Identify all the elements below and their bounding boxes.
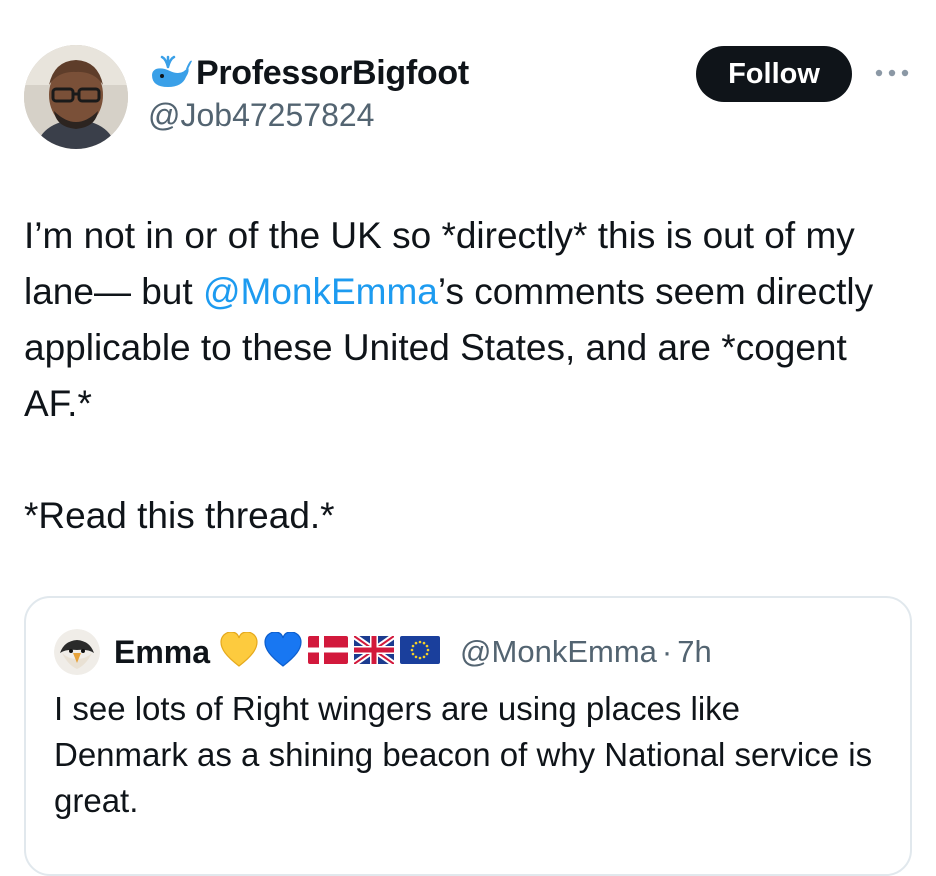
quoted-tweet-card[interactable]: Emma @MonkEmma · 7h I see lots of Right … <box>24 596 912 876</box>
denmark-flag-icon <box>308 635 349 669</box>
author-handle[interactable]: @Job47257824 <box>148 97 374 134</box>
yellow-heart-icon <box>220 630 258 673</box>
more-horizontal-icon[interactable] <box>874 64 910 82</box>
mention-link[interactable]: @MonkEmma <box>203 271 438 312</box>
quoted-tweet-text: I see lots of Right wingers are using pl… <box>54 690 873 819</box>
blue-heart-icon <box>264 630 302 673</box>
quoted-author-avatar[interactable] <box>54 629 100 675</box>
author-avatar[interactable] <box>24 45 128 149</box>
uk-flag-icon <box>352 633 396 669</box>
author-name-row[interactable]: ProfessorBigfoot <box>148 52 469 94</box>
eu-flag-icon <box>400 635 441 669</box>
quoted-tweet-time[interactable]: 7h <box>677 634 711 670</box>
quoted-author-name[interactable]: Emma <box>114 634 210 671</box>
quoted-author-handle[interactable]: @MonkEmma <box>460 634 657 670</box>
whale-icon <box>148 55 192 91</box>
tweet-text: I’m not in or of the UK so *directly* th… <box>24 208 904 544</box>
author-display-name[interactable]: ProfessorBigfoot <box>196 54 469 93</box>
quoted-tweet-header: Emma @MonkEmma · 7h <box>54 628 712 676</box>
follow-button[interactable]: Follow <box>696 46 852 102</box>
tweet: ProfessorBigfoot @Job47257824 Follow I’m… <box>0 0 936 876</box>
separator-dot: · <box>661 634 673 669</box>
